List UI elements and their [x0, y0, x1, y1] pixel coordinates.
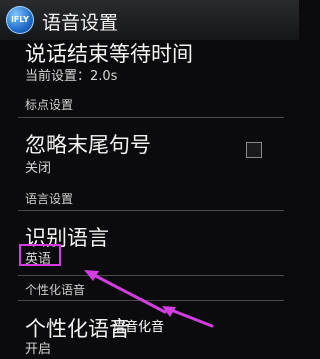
- pref-ignore-punctuation[interactable]: 忽略末尾句号 关闭: [0, 118, 299, 178]
- pref-summary: 开启: [25, 342, 52, 357]
- ignore-punctuation-checkbox[interactable]: [246, 142, 262, 158]
- pref-title: 说话结束等待时间: [25, 42, 193, 66]
- section-header-punctuation: 标点设置: [25, 98, 74, 112]
- pref-summary: 当前设置：2.0s: [25, 69, 118, 84]
- highlight-box: [19, 244, 61, 266]
- pref-summary: 关闭: [25, 161, 52, 176]
- section-header-language: 语言设置: [25, 192, 74, 206]
- overlay-caption: 语音化音: [112, 320, 165, 335]
- pref-wait-time[interactable]: 说话结束等待时间 当前设置：2.0s: [0, 0, 299, 85]
- section-header-personalized: 个性化语音: [25, 283, 86, 297]
- pref-title: 忽略末尾句号: [25, 133, 151, 157]
- divider: [18, 275, 284, 276]
